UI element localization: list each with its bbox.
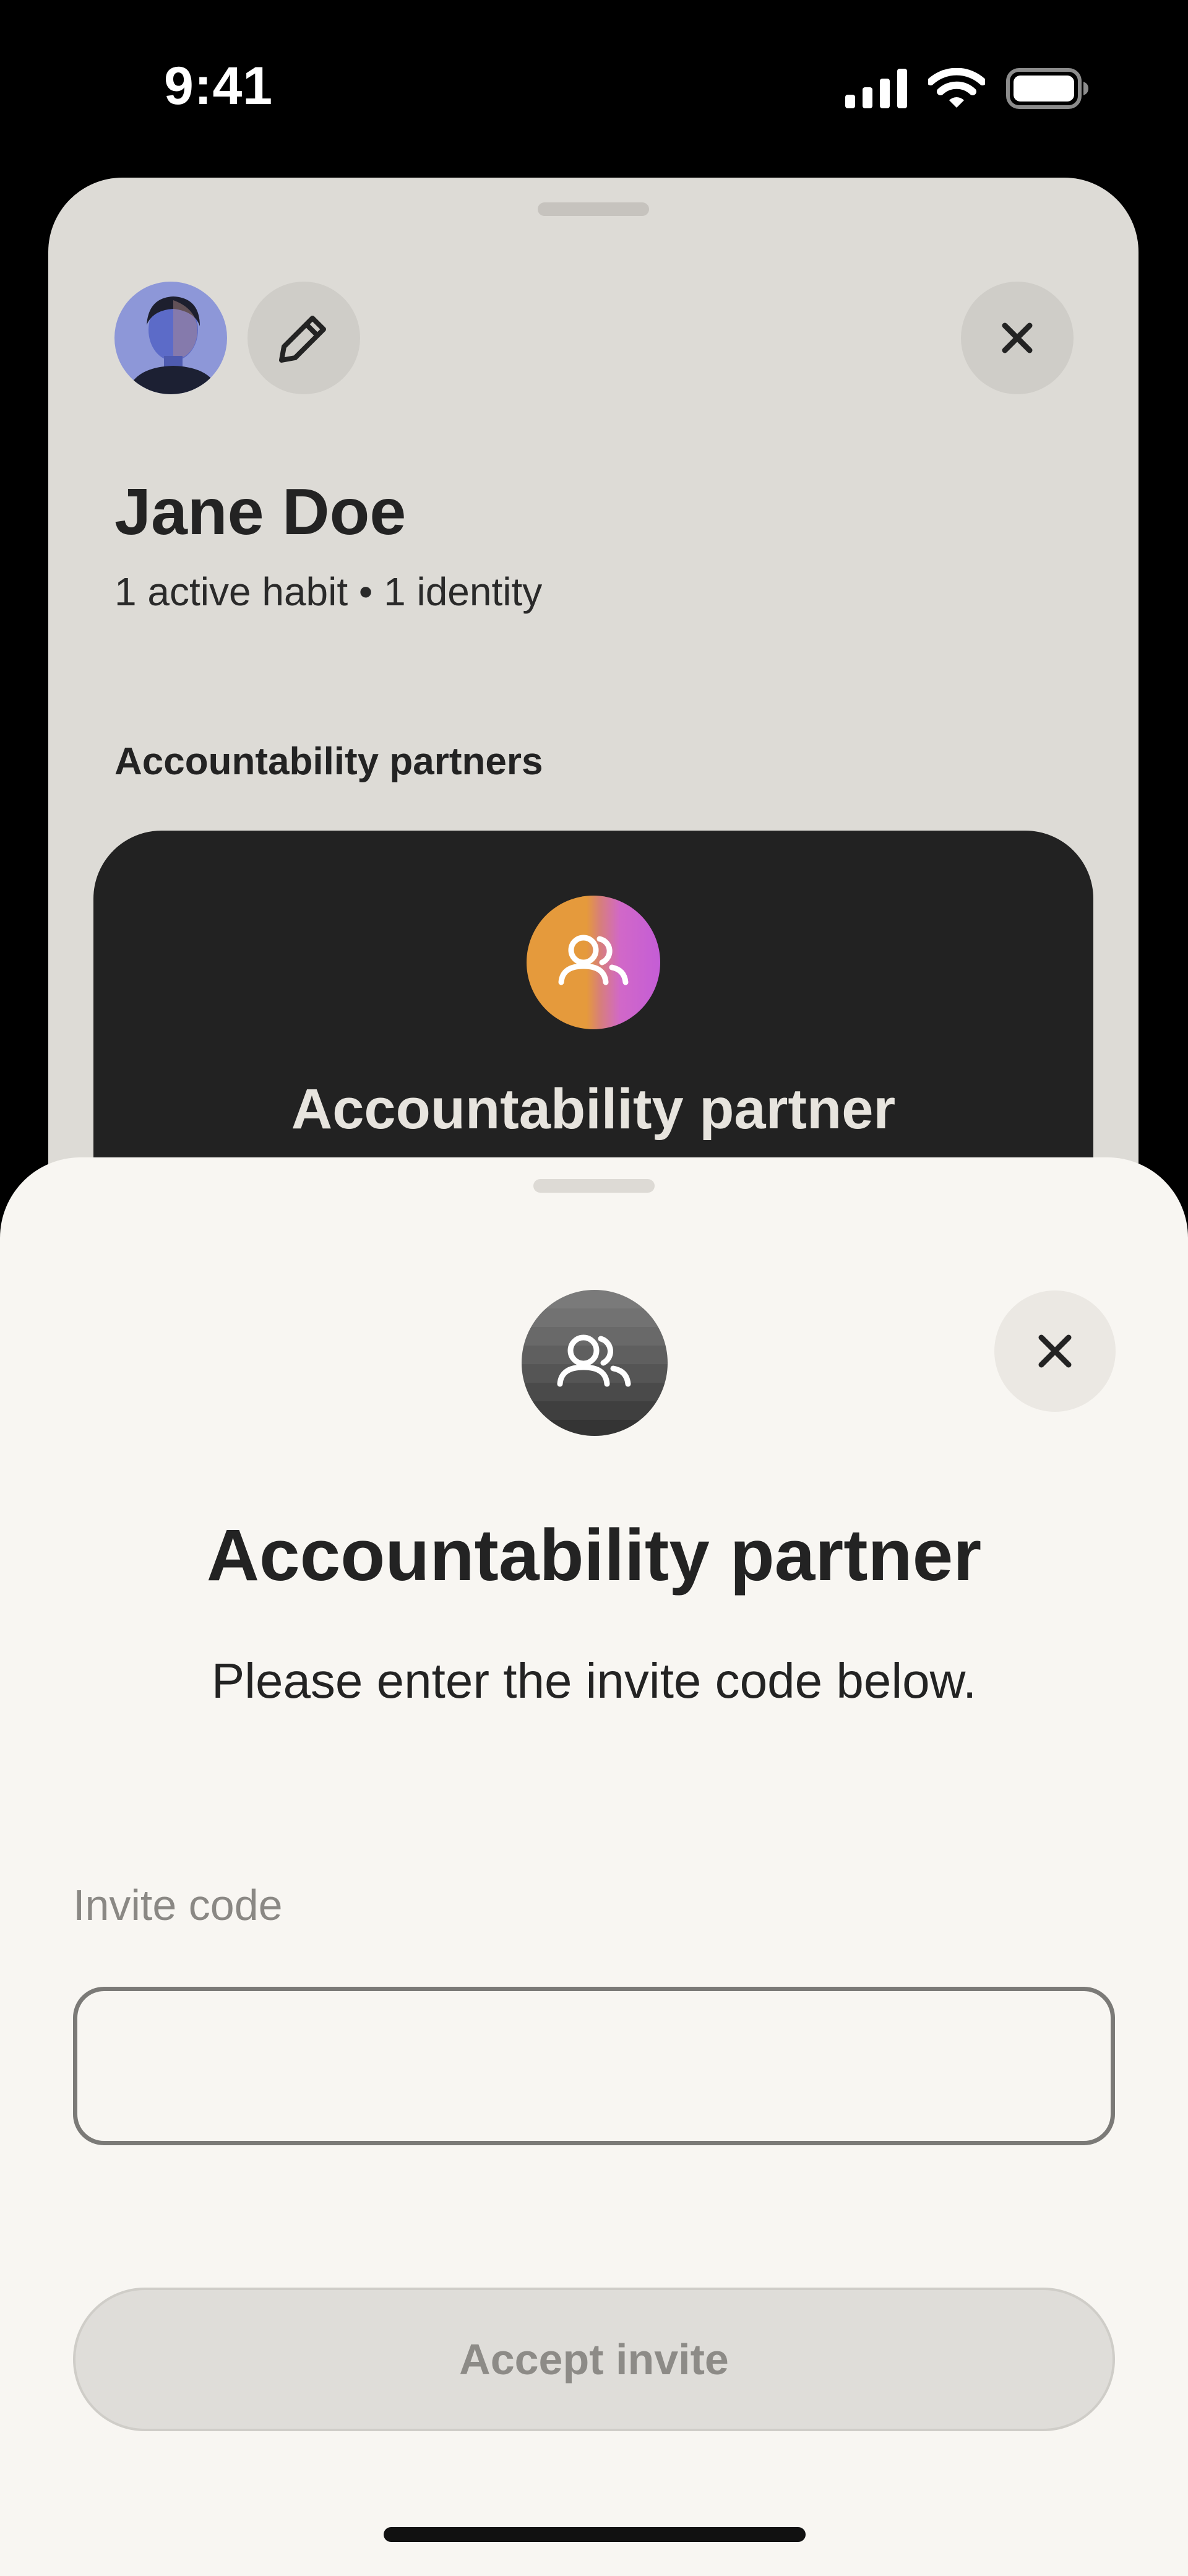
close-icon (1002, 322, 1033, 353)
edit-profile-button[interactable] (248, 282, 360, 394)
modal-title: Accountability partner (206, 1515, 982, 1596)
battery-icon (1006, 68, 1088, 109)
cellular-signal-icon (845, 69, 907, 108)
profile-name: Jane Doe (114, 475, 407, 548)
invite-code-input[interactable] (73, 1987, 1115, 2145)
sheet-grabber[interactable] (538, 202, 649, 216)
modal-icon-badge (522, 1290, 668, 1436)
status-time: 9:41 (164, 56, 273, 116)
profile-stats: 1 active habit • 1 identity (114, 569, 543, 614)
status-icons (845, 67, 1089, 110)
close-icon (1038, 1334, 1072, 1368)
avatar[interactable] (114, 282, 227, 394)
invite-code-label: Invite code (73, 1881, 283, 1929)
section-title-accountability-partners: Accountability partners (114, 740, 543, 783)
home-indicator[interactable] (384, 2527, 806, 2542)
partner-card-title: Accountability partner (291, 1078, 896, 1141)
modal-subtitle: Please enter the invite code below. (211, 1653, 977, 1708)
invite-code-sheet: Accountability partner Please enter the … (0, 1157, 1188, 2576)
modal-close-button[interactable] (994, 1290, 1116, 1412)
pencil-icon (279, 316, 326, 363)
accept-invite-button[interactable]: Accept invite (73, 2288, 1115, 2431)
status-bar: 9:41 (0, 0, 1188, 173)
partner-card-icon-badge (527, 896, 660, 1029)
wifi-icon (928, 68, 985, 108)
profile-close-button[interactable] (961, 282, 1074, 394)
modal-grabber[interactable] (533, 1179, 655, 1193)
app-screen: 9:41 Jane Doe 1 active habit • 1 identit… (0, 0, 1188, 2576)
